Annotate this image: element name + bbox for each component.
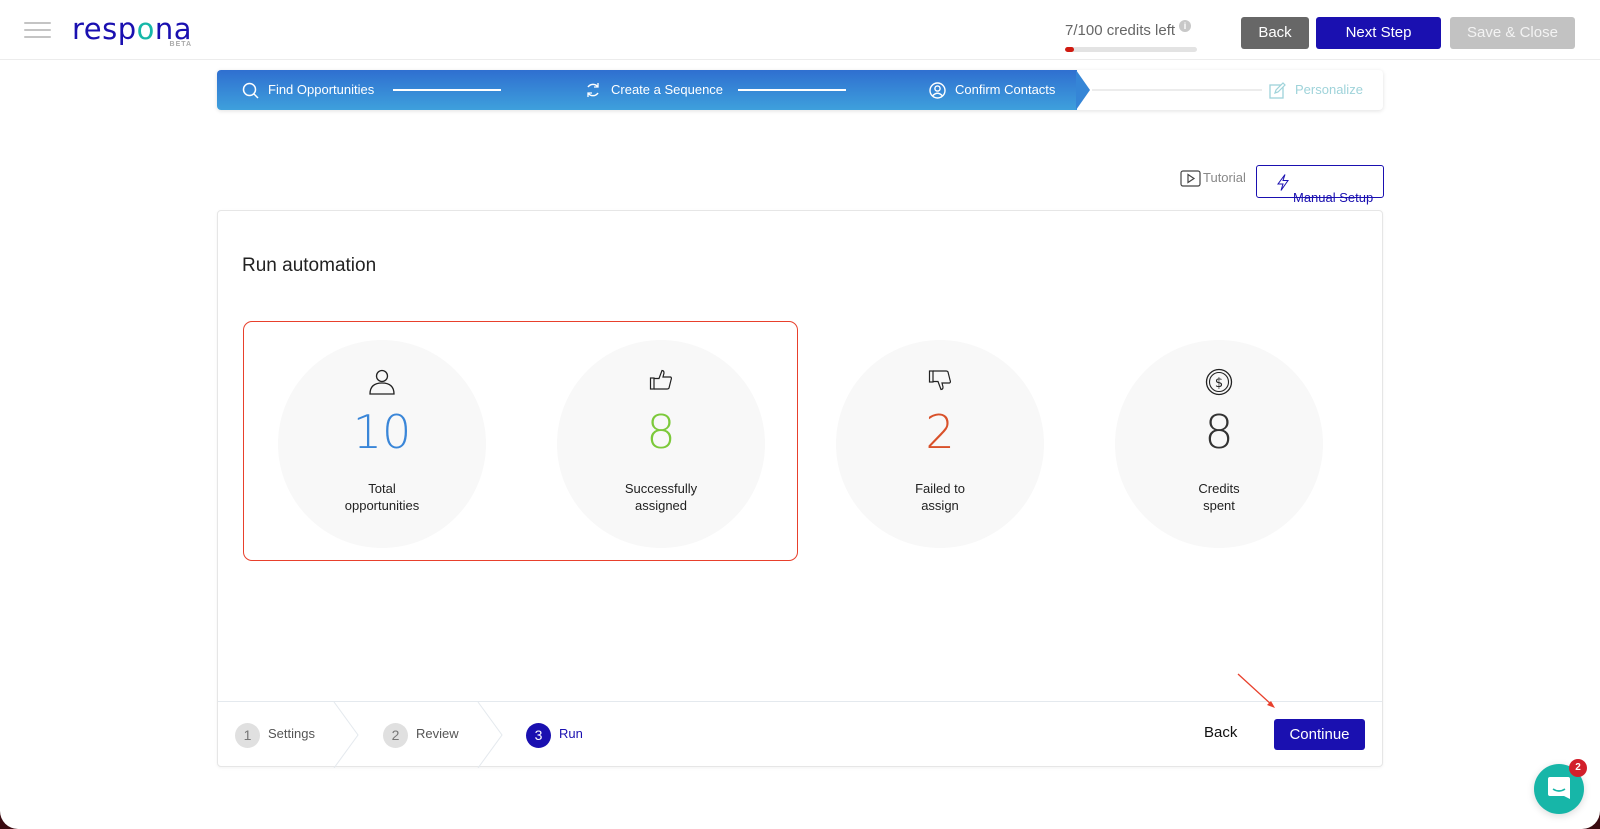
caption-line: Successfully [624, 481, 698, 496]
next-step-button[interactable]: Next Step [1316, 17, 1441, 49]
step-label: Create a Sequence [611, 82, 724, 97]
stat-caption: Credits spent [1115, 480, 1323, 514]
back-button[interactable]: Back [1241, 17, 1309, 49]
step-label: Review [416, 726, 459, 741]
caption-line: opportunities [344, 498, 420, 513]
manual-setup-label: Manual Setup [1293, 189, 1374, 205]
edit-icon [1269, 82, 1286, 99]
chat-icon [1548, 777, 1570, 799]
manual-setup-button[interactable]: Manual Setup [1256, 165, 1384, 205]
thumbs-down-icon [928, 370, 951, 391]
stat-caption: Failed to assign [836, 480, 1044, 514]
stat-total-opportunities: 10 Total opportunities [278, 340, 486, 548]
card-title: Run automation [242, 255, 377, 276]
stat-value: 8 [646, 405, 676, 459]
info-icon[interactable]: i [1179, 20, 1192, 32]
step-number: 1 [235, 723, 260, 748]
caption-line: assign [921, 498, 959, 513]
logo-text-part: resp [72, 12, 137, 46]
stat-caption: Total opportunities [278, 480, 486, 514]
continue-button[interactable]: Continue [1274, 719, 1365, 750]
campaign-stepper: Find Opportunities Create a Sequence Con… [217, 70, 1383, 110]
user-circle-icon [929, 82, 946, 99]
logo[interactable]: respona BETA [72, 14, 192, 50]
save-close-button[interactable]: Save & Close [1450, 17, 1575, 49]
annotation-arrow [1237, 673, 1275, 708]
step-connector [393, 89, 501, 91]
credits-label: 7/100 credits left [1065, 22, 1176, 39]
play-icon [1180, 170, 1201, 187]
refresh-icon [587, 83, 599, 97]
stat-caption: Successfully assigned [557, 480, 765, 514]
stat-credits-spent: $ 8 Credits spent [1115, 340, 1323, 548]
step-label: Personalize [1295, 82, 1363, 97]
credits-progress-bar [1065, 47, 1197, 52]
step-number: 3 [526, 723, 551, 748]
menu-icon[interactable] [24, 22, 51, 39]
chat-notification-badge: 2 [1569, 759, 1587, 777]
caption-line: Failed to [915, 481, 965, 496]
step-number: 2 [383, 723, 408, 748]
credits-progress-fill [1065, 47, 1075, 52]
user-icon [369, 369, 395, 395]
search-icon [242, 82, 259, 99]
tutorial-link[interactable]: Tutorial [1180, 170, 1246, 187]
step-label: Confirm Contacts [955, 82, 1056, 97]
footer-back-button[interactable]: Back [1204, 724, 1237, 741]
caption-line: assigned [634, 498, 688, 513]
lightning-icon [1277, 174, 1289, 191]
run-automation-card: Run automation 10 Total opportunities 8 S… [217, 210, 1383, 768]
chevron-divider [333, 702, 359, 768]
coin-icon: $ [1205, 368, 1233, 396]
step-connector [738, 89, 846, 91]
step-label: Run [559, 726, 583, 741]
step-label: Find Opportunities [268, 82, 375, 97]
credits-indicator: 7/100 credits left i [1065, 20, 1197, 52]
top-bar: respona BETA 7/100 credits left i Back Ne… [0, 0, 1600, 60]
wizard-footer: 1 Settings 2 Review 3 Run Back Continue [218, 701, 1382, 768]
logo-text-o: o [136, 12, 155, 46]
caption-line: spent [1203, 498, 1235, 513]
tutorial-label: Tutorial [1203, 170, 1246, 185]
step-connector [1092, 89, 1262, 91]
stat-failed-to-assign: 2 Failed to assign [836, 340, 1044, 548]
caption-line: Credits [1198, 481, 1240, 496]
stat-value: 8 [1204, 405, 1234, 459]
svg-text:$: $ [1215, 376, 1223, 391]
caption-line: Total [368, 481, 396, 496]
step-label: Settings [268, 726, 315, 741]
thumbs-up-icon [649, 369, 672, 390]
chevron-divider [477, 702, 503, 768]
stat-value: 2 [925, 405, 955, 459]
stat-successfully-assigned: 8 Successfully assigned [557, 340, 765, 548]
stat-value: 10 [352, 405, 412, 459]
stepper-arrow [1076, 70, 1090, 110]
app-window: respona BETA 7/100 credits left i Back Ne… [0, 0, 1600, 829]
beta-badge: BETA [169, 41, 193, 48]
